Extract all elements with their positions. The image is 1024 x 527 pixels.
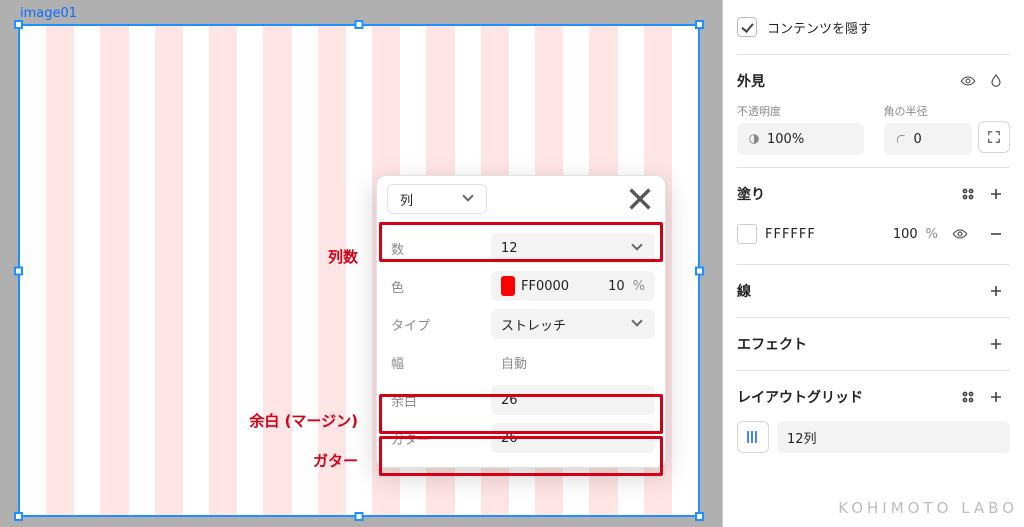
- grid-count-label: 数: [387, 239, 483, 258]
- grid-count-field[interactable]: 12: [491, 233, 655, 263]
- grid-margin-field[interactable]: 26: [491, 385, 655, 415]
- layout-grid-title: レイアウトグリッド: [737, 387, 863, 407]
- effect-section: エフェクト: [737, 318, 1010, 371]
- resize-handle[interactable]: [14, 20, 23, 29]
- grid-color-label: 色: [387, 277, 483, 296]
- resize-handle[interactable]: [695, 512, 704, 521]
- layout-grid-popover: 列 数 12 色 FF0000 10 %: [376, 175, 666, 468]
- blend-mode-button[interactable]: [982, 67, 1010, 95]
- clip-content-row[interactable]: コンテンツを隠す: [737, 12, 1010, 42]
- grid-type-value: ストレッチ: [501, 315, 631, 334]
- grid-direction-value: 列: [400, 190, 413, 209]
- chevron-down-icon: [631, 317, 645, 331]
- add-fill-button[interactable]: [982, 180, 1010, 208]
- grid-color-field[interactable]: FF0000 10 %: [491, 271, 655, 301]
- grid-width-field: 自動: [491, 347, 655, 377]
- fill-section: 塗り FFFFFF 100 %: [737, 168, 1010, 265]
- grid-gutter-field[interactable]: 26: [491, 423, 655, 453]
- grid-type-row: タイプ ストレッチ: [387, 305, 655, 343]
- radius-value: 0: [914, 132, 963, 147]
- grid-count-row: 数 12: [387, 229, 655, 267]
- fill-row: FFFFFF 100 %: [737, 216, 1010, 252]
- appearance-title: 外見: [737, 71, 765, 91]
- grid-styles-button[interactable]: [954, 383, 982, 411]
- appearance-section: 外見 不透明度 100% 角の半径: [737, 55, 1010, 168]
- grid-margin-value: 26: [501, 393, 645, 408]
- chevron-down-icon: [462, 192, 476, 206]
- frame-label[interactable]: image01: [20, 6, 77, 21]
- grid-color-opacity: 10: [607, 279, 624, 294]
- radius-sublabel: 角の半径: [884, 103, 973, 119]
- resize-handle[interactable]: [355, 20, 364, 29]
- resize-handle[interactable]: [695, 266, 704, 275]
- fill-swatch[interactable]: [737, 224, 757, 244]
- grid-color-hex: FF0000: [521, 279, 607, 294]
- grid-margin-row: 余白 26: [387, 381, 655, 419]
- percent-unit: %: [633, 279, 645, 294]
- close-button[interactable]: [625, 184, 655, 214]
- opacity-field[interactable]: 100%: [737, 123, 864, 155]
- grid-width-label: 幅: [387, 353, 483, 372]
- visibility-toggle[interactable]: [954, 67, 982, 95]
- fill-hex[interactable]: FFFFFF: [765, 227, 872, 242]
- chevron-down-icon: [631, 241, 645, 255]
- remove-fill-button[interactable]: [982, 220, 1010, 248]
- watermark: KOHIMOTO LABO: [838, 499, 1018, 517]
- layout-grid-item-label: 12列: [787, 428, 817, 447]
- grid-type-field[interactable]: ストレッチ: [491, 309, 655, 339]
- columns-icon[interactable]: [737, 421, 769, 453]
- effect-title: エフェクト: [737, 334, 807, 354]
- resize-handle[interactable]: [14, 266, 23, 275]
- clip-content-checkbox[interactable]: [737, 17, 757, 37]
- fill-title: 塗り: [737, 184, 765, 204]
- resize-handle[interactable]: [14, 512, 23, 521]
- grid-width-value: 自動: [501, 353, 645, 372]
- grid-color-row: 色 FF0000 10 %: [387, 267, 655, 305]
- stroke-title: 線: [737, 281, 751, 301]
- annotation-margin: 余白 (マージン): [198, 410, 358, 431]
- grid-direction-select[interactable]: 列: [387, 184, 487, 214]
- annotation-columns: 列数: [298, 246, 358, 267]
- resize-handle[interactable]: [695, 20, 704, 29]
- opacity-value: 100%: [767, 132, 854, 147]
- grid-gutter-label: ガター: [387, 429, 483, 448]
- grid-type-label: タイプ: [387, 315, 483, 334]
- corner-radius-field[interactable]: 0: [884, 123, 973, 155]
- inspector-panel: コンテンツを隠す 外見 不透明度 100% 角の: [722, 0, 1024, 527]
- percent-unit: %: [926, 227, 938, 242]
- fill-opacity[interactable]: 100: [880, 227, 918, 242]
- add-stroke-button[interactable]: [982, 277, 1010, 305]
- grid-margin-label: 余白: [387, 391, 483, 410]
- add-grid-button[interactable]: [982, 383, 1010, 411]
- fill-visibility-toggle[interactable]: [946, 220, 974, 248]
- color-swatch[interactable]: [501, 276, 515, 296]
- grid-gutter-row: ガター 26: [387, 419, 655, 457]
- annotation-gutter: ガター: [278, 450, 358, 471]
- independent-corners-button[interactable]: [978, 121, 1010, 153]
- grid-gutter-value: 26: [501, 431, 645, 446]
- layout-grid-section: レイアウトグリッド 12列: [737, 371, 1010, 467]
- grid-count-value: 12: [501, 241, 631, 256]
- grid-width-row: 幅 自動: [387, 343, 655, 381]
- add-effect-button[interactable]: [982, 330, 1010, 358]
- canvas-area[interactable]: image01 列数 余白 (マージン) ガター 列 数: [0, 0, 722, 527]
- layout-grid-item[interactable]: 12列: [737, 419, 1010, 455]
- opacity-sublabel: 不透明度: [737, 103, 864, 119]
- clip-content-label: コンテンツを隠す: [767, 18, 871, 37]
- resize-handle[interactable]: [355, 512, 364, 521]
- styles-button[interactable]: [954, 180, 982, 208]
- stroke-section: 線: [737, 265, 1010, 318]
